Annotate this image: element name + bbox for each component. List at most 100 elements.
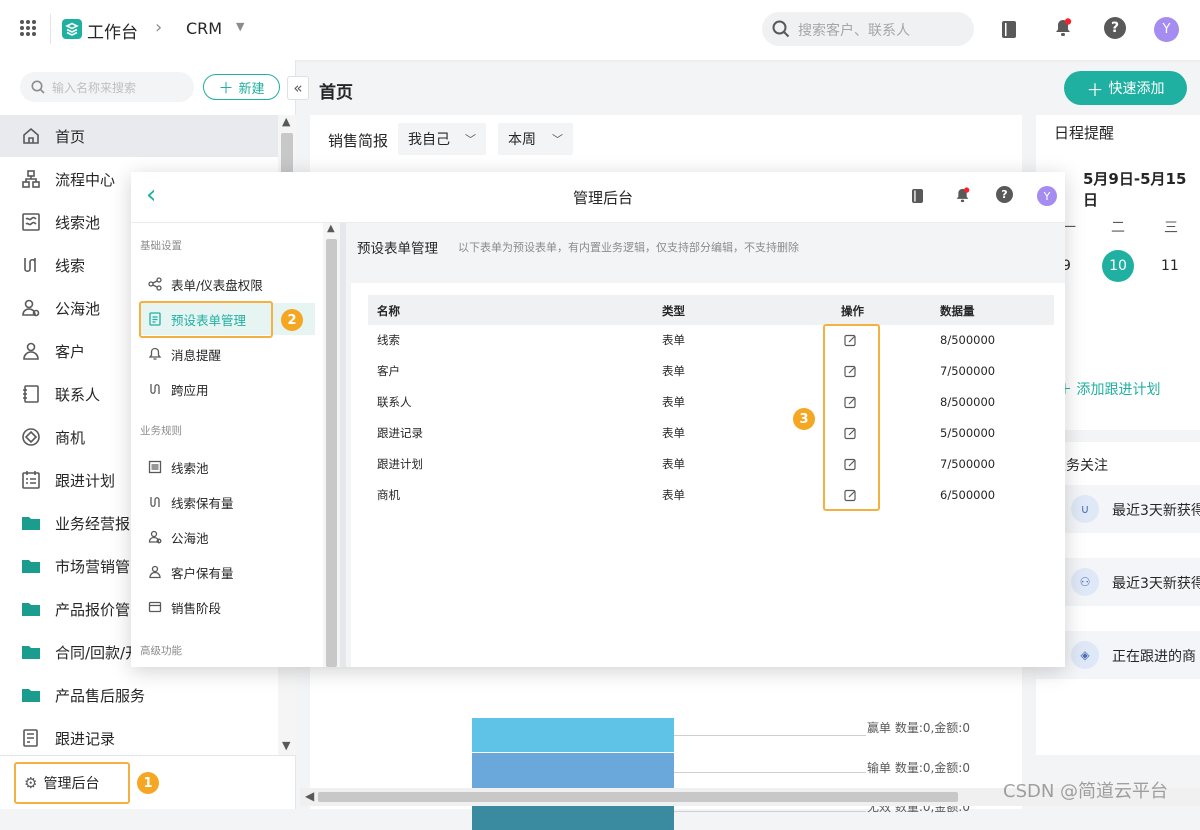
- folder-icon: [20, 598, 42, 620]
- back-arrow-icon[interactable]: ‹: [146, 180, 156, 210]
- admin-nav-form-permission[interactable]: 表单/仪表盘权限: [139, 268, 315, 300]
- table-cell-type: 表单: [662, 457, 685, 471]
- customer-icon: [20, 340, 42, 362]
- admin-nav-notification[interactable]: 消息提醒: [139, 338, 315, 370]
- sidebar-item-label: 线索池: [55, 213, 101, 232]
- admin-nav-customer-retention[interactable]: 客户保有量: [139, 556, 315, 588]
- chevron-down-icon: ﹀: [465, 133, 476, 146]
- add-plan-link[interactable]: ＋ 添加跟进计划: [1058, 379, 1160, 399]
- table-header: 名称: [377, 304, 400, 318]
- admin-nav-public-pool[interactable]: 公海池: [139, 521, 315, 553]
- help-icon[interactable]: ?: [996, 186, 1013, 203]
- sales-report-label: 销售简报: [328, 132, 389, 150]
- book-icon[interactable]: [999, 18, 1019, 40]
- scroll-up-icon[interactable]: ▲: [282, 115, 290, 128]
- cross-app-icon: [147, 381, 163, 397]
- admin-nav-sales-stage[interactable]: 销售阶段: [139, 591, 315, 623]
- table-cell-name: 客户: [377, 364, 400, 378]
- sidebar-item-label: 公海池: [55, 299, 101, 318]
- admin-nav-label: 表单/仪表盘权限: [171, 277, 263, 293]
- table-cell-count: 6/500000: [940, 488, 996, 502]
- workbench-logo-icon: [62, 19, 82, 39]
- avatar[interactable]: Y: [1037, 186, 1057, 206]
- global-search[interactable]: 搜索客户、联系人: [762, 12, 974, 46]
- notification-bell-icon[interactable]: [953, 186, 971, 204]
- sidebar-item-label: 跟进计划: [55, 471, 116, 490]
- scroll-left-icon[interactable]: ◀: [305, 789, 314, 803]
- calendar-day[interactable]: 11: [1161, 258, 1179, 274]
- notification-bell-icon[interactable]: [1052, 17, 1074, 39]
- table-cell-name: 联系人: [377, 395, 412, 409]
- plus-icon: ＋: [218, 78, 234, 97]
- admin-nav-scrollbar[interactable]: ▲: [323, 223, 340, 667]
- home-icon: [20, 125, 42, 147]
- sidebar-item-after-sales[interactable]: 产品售后服务: [0, 674, 278, 716]
- help-icon[interactable]: ?: [1104, 17, 1126, 39]
- scrollbar-thumb[interactable]: [326, 239, 337, 667]
- funnel-leader-line: [674, 772, 866, 773]
- scroll-down-icon[interactable]: ▼: [282, 739, 290, 752]
- admin-nav: 基础设置 表单/仪表盘权限 预设表单管理 消息提醒 跨应用 业务规则 线索池 线…: [131, 223, 323, 667]
- sidebar-item-label: 首页: [55, 127, 86, 146]
- admin-button[interactable]: ⚙ 管理后台: [14, 762, 130, 804]
- funnel-label: 赢单 数量:0,金额:0: [867, 721, 970, 735]
- add-plan-label: 添加跟进计划: [1076, 382, 1161, 398]
- sidebar-item-follow-record[interactable]: 跟进记录: [0, 717, 278, 759]
- step-badge-1: 1: [137, 772, 159, 794]
- customer-icon: ⚇: [1071, 568, 1099, 596]
- scroll-up-icon[interactable]: ▲: [327, 223, 335, 234]
- folder-icon: [20, 641, 42, 663]
- table-cell-type: 表单: [662, 488, 685, 502]
- table-cell-name: 商机: [377, 488, 400, 502]
- public-pool-icon: [20, 297, 42, 319]
- admin-nav-leads-retention[interactable]: 线索保有量: [139, 486, 315, 518]
- period-select[interactable]: 本周 ﹀: [498, 123, 573, 155]
- opportunity-icon: ◈: [1071, 641, 1099, 669]
- focus-item-label: 正在跟进的商: [1112, 649, 1196, 665]
- page-title: 首页: [319, 83, 353, 103]
- sidebar-item-label: 市场营销管: [55, 557, 131, 576]
- contacts-icon: [20, 383, 42, 405]
- funnel-leader-line: [674, 811, 866, 812]
- step-badge-2: 2: [281, 309, 303, 331]
- watermark: CSDN @简道云平台: [1003, 781, 1169, 802]
- sidebar-item-home[interactable]: 首页: [0, 115, 278, 157]
- plan-icon: [20, 469, 42, 491]
- table-header: 操作: [841, 304, 864, 318]
- leads-pool-icon: [147, 459, 163, 475]
- book-icon[interactable]: [909, 187, 925, 205]
- quick-add-button[interactable]: ＋快速添加: [1064, 71, 1187, 105]
- table-cell-name: 线索: [377, 333, 400, 347]
- avatar[interactable]: Y: [1154, 17, 1179, 42]
- funnel-layer-lost: [472, 753, 674, 791]
- new-button[interactable]: ＋新建: [203, 74, 280, 100]
- admin-nav-label: 销售阶段: [171, 600, 222, 616]
- sidebar-item-label: 流程中心: [55, 170, 116, 189]
- scrollbar-thumb[interactable]: [318, 792, 958, 802]
- app-grid-icon[interactable]: [18, 18, 38, 38]
- record-icon: [20, 727, 42, 749]
- table-header: 类型: [662, 304, 685, 318]
- divider: [50, 14, 51, 44]
- search-icon: [771, 19, 791, 39]
- content-desc: 以下表单为预设表单，有内置业务逻辑，仅支持部分编辑，不支持删除: [458, 241, 799, 254]
- customer-icon: [147, 564, 163, 580]
- admin-nav-leads-pool[interactable]: 线索池: [139, 451, 315, 483]
- app-name[interactable]: CRM: [186, 19, 222, 38]
- search-placeholder: 搜索客户、联系人: [798, 23, 910, 39]
- nav-section-title: 高级功能: [140, 645, 182, 657]
- funnel-layer-won: [472, 718, 674, 752]
- brand-label[interactable]: 工作台: [87, 18, 138, 43]
- sidebar-search[interactable]: 输入名称来搜索: [20, 72, 194, 102]
- scope-select[interactable]: 我自己 ﹀: [398, 123, 486, 155]
- admin-nav-cross-app[interactable]: 跨应用: [139, 373, 315, 405]
- caret-down-icon[interactable]: ▼: [236, 20, 244, 33]
- table-cell-type: 表单: [662, 333, 685, 347]
- chevron-right-icon: ›: [155, 17, 163, 38]
- leads-icon: ∪: [1071, 495, 1099, 523]
- calendar-day-selected[interactable]: 10: [1102, 250, 1134, 282]
- public-pool-icon: [147, 529, 163, 545]
- table-row: 商机 表单 6/500000: [368, 480, 1054, 511]
- table-row: 联系人 表单 8/500000: [368, 387, 1054, 418]
- new-button-label: 新建: [238, 81, 265, 97]
